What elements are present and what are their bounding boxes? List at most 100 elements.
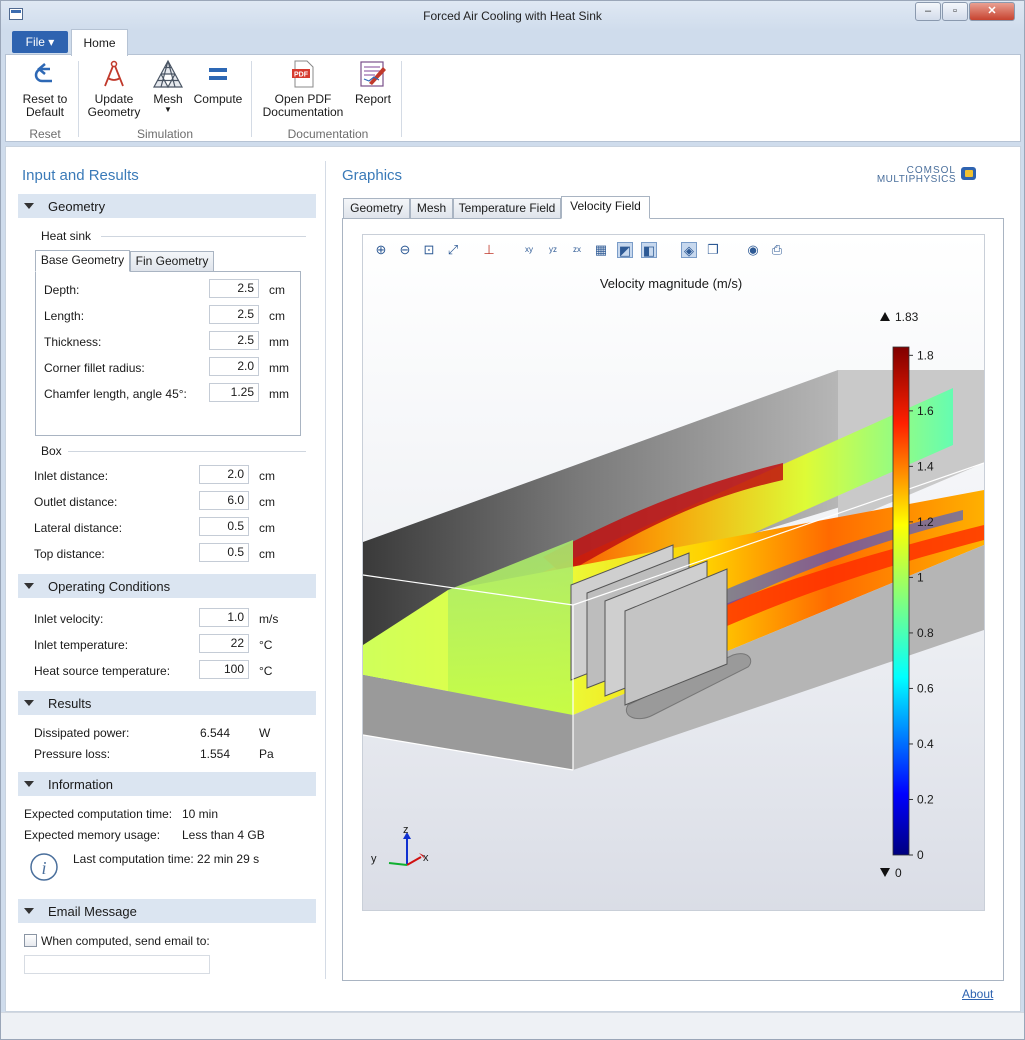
colorbar-max-label: 1.83 [895, 310, 919, 324]
outlet-distance-label: Outlet distance: [34, 495, 118, 509]
heat-sink-group-label: Heat sink [41, 229, 92, 243]
thickness-label: Thickness: [44, 335, 102, 349]
tab-fin-geometry[interactable]: Fin Geometry [130, 251, 214, 272]
update-geometry-button[interactable]: Update Geometry [84, 59, 144, 119]
panel-splitter[interactable] [325, 161, 326, 979]
colorbar-tick-label: 0.8 [917, 626, 934, 640]
collapse-triangle-icon [24, 908, 34, 914]
about-link[interactable]: About [962, 987, 993, 1001]
inlet-distance-input[interactable]: 2.0 [199, 465, 249, 484]
svg-text:i: i [41, 858, 46, 878]
top-distance-input[interactable]: 0.5 [199, 543, 249, 562]
inlet-temperature-label: Inlet temperature: [34, 638, 129, 652]
chamfer-length-input[interactable]: 1.25 [209, 383, 259, 402]
collapse-triangle-icon [24, 700, 34, 706]
length-label: Length: [44, 309, 85, 323]
group-reset-label: Reset [29, 127, 61, 141]
email-input[interactable] [24, 955, 210, 974]
tab-temperature-field[interactable]: Temperature Field [453, 198, 561, 219]
window-title: Forced Air Cooling with Heat Sink [423, 9, 602, 23]
maximize-button[interactable]: ▫ [942, 2, 968, 21]
undo-arrow-icon [34, 63, 52, 83]
comsol-logo-icon [961, 167, 976, 180]
equals-icon [209, 68, 227, 80]
dissipated-power-label: Dissipated power: [34, 726, 130, 740]
file-menu-button[interactable]: File ▾ [12, 31, 68, 53]
colorbar-tick-label: 1.6 [917, 404, 934, 418]
reset-label: Reset to Default [22, 92, 68, 119]
section-results-header[interactable]: Results [18, 691, 316, 715]
colorbar [892, 346, 910, 856]
send-email-label: When computed, send email to: [41, 934, 210, 948]
section-operating-conditions-header[interactable]: Operating Conditions [18, 574, 316, 598]
chamfer-length-label: Chamfer length, angle 45°: [44, 387, 187, 401]
graphics-canvas[interactable]: ⊕ ⊖ ⊡ ⤢ ⊥ xy yz zx ▦ ◩ ◧ ◈ ❐ ◉ ⎙ Velocit… [362, 234, 985, 911]
lateral-distance-label: Lateral distance: [34, 521, 123, 535]
velocity-field-plot: Velocity magnitude (m/s) 1.83 0 1.8 1.6 1.… [363, 276, 984, 880]
dissipated-power-unit: W [259, 726, 271, 740]
section-geometry-label: Geometry [48, 199, 106, 214]
group-divider [101, 236, 306, 237]
tab-geometry[interactable]: Geometry [343, 198, 410, 219]
tab-home[interactable]: Home [71, 29, 128, 56]
lateral-distance-unit: cm [259, 521, 275, 535]
depth-unit: cm [269, 283, 285, 297]
lateral-distance-input[interactable]: 0.5 [199, 517, 249, 536]
group-divider [68, 451, 306, 452]
report-button[interactable]: Report [349, 59, 397, 106]
group-divider [401, 61, 402, 137]
inlet-velocity-input[interactable]: 1.0 [199, 608, 249, 627]
dissipated-power-value: 6.544 [200, 726, 231, 740]
status-bar [1, 1012, 1024, 1039]
mesh-button[interactable]: Mesh ▼ [146, 59, 190, 114]
depth-input[interactable]: 2.5 [209, 279, 259, 298]
inlet-temperature-input[interactable]: 22 [199, 634, 249, 653]
close-button[interactable]: ✕ [969, 2, 1015, 21]
compute-button[interactable]: Compute [190, 59, 246, 106]
colorbar-max-triangle-icon [880, 312, 890, 321]
section-email-header[interactable]: Email Message [18, 899, 316, 923]
thickness-input[interactable]: 2.5 [209, 331, 259, 350]
depth-label: Depth: [44, 283, 80, 297]
colorbar-min-triangle-icon [880, 868, 890, 877]
heat-source-temperature-label: Heat source temperature: [34, 664, 171, 678]
length-input[interactable]: 2.5 [209, 305, 259, 324]
inlet-distance-unit: cm [259, 469, 275, 483]
colorbar-tick-label: 0.4 [917, 737, 934, 751]
minimize-button[interactable]: – [915, 2, 941, 21]
inlet-distance-label: Inlet distance: [34, 469, 109, 483]
app-window: Forced Air Cooling with Heat Sink – ▫ ✕ … [0, 0, 1025, 1040]
section-email-label: Email Message [48, 904, 137, 919]
section-geometry-header[interactable]: Geometry [18, 194, 316, 218]
open-pdf-label: Open PDF Documentation [262, 92, 344, 119]
update-geometry-label: Update Geometry [87, 92, 141, 119]
open-pdf-documentation-button[interactable]: PDF Open PDF Documentation [258, 59, 348, 119]
memory-usage-label: Expected memory usage: [24, 828, 161, 842]
colorbar-tick-label: 1 [917, 570, 924, 584]
group-divider [78, 61, 79, 137]
box-group-label: Box [41, 444, 62, 458]
tab-velocity-field[interactable]: Velocity Field [561, 196, 650, 219]
section-results-label: Results [48, 696, 92, 711]
send-email-checkbox[interactable] [24, 934, 37, 947]
outlet-distance-input[interactable]: 6.0 [199, 491, 249, 510]
corner-fillet-unit: mm [269, 361, 289, 375]
tab-mesh[interactable]: Mesh [410, 198, 453, 219]
input-results-title: Input and Results [22, 167, 139, 184]
mesh-dropdown-arrow-icon[interactable]: ▼ [146, 106, 190, 114]
colorbar-min-label: 0 [895, 866, 902, 880]
computation-time-value: 10 min [182, 807, 219, 821]
heat-source-temperature-input[interactable]: 100 [199, 660, 249, 679]
axis-y-label: y [371, 853, 377, 865]
section-information-header[interactable]: Information [18, 772, 316, 796]
comsol-logo: COMSOL MULTIPHYSICS [868, 163, 980, 185]
compute-label: Compute [193, 92, 243, 106]
section-operating-label: Operating Conditions [48, 579, 171, 594]
title-bar[interactable]: Forced Air Cooling with Heat Sink – ▫ ✕ [1, 1, 1024, 29]
tab-base-geometry[interactable]: Base Geometry [35, 250, 130, 272]
reset-to-default-button[interactable]: Reset to Default [16, 59, 74, 119]
last-computation-time: Last computation time: 22 min 29 s [73, 852, 260, 866]
corner-fillet-input[interactable]: 2.0 [209, 357, 259, 376]
top-distance-label: Top distance: [34, 547, 105, 561]
svg-text:PDF: PDF [294, 72, 309, 79]
